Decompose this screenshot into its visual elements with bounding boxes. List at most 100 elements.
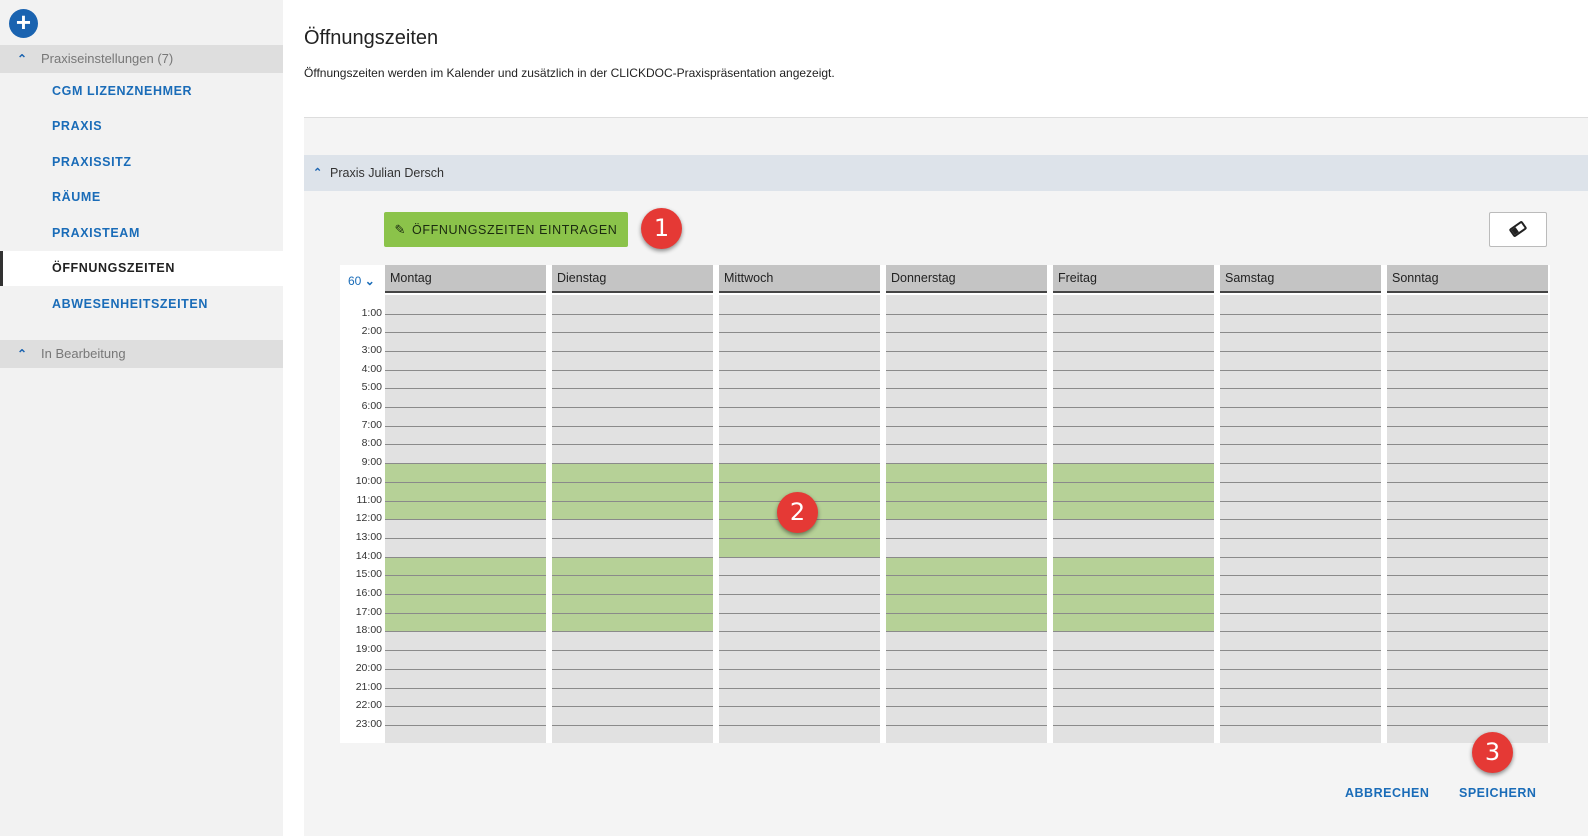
hour-gridline (1220, 332, 1381, 334)
hour-gridline (1220, 556, 1381, 558)
hour-gridline (1387, 556, 1548, 558)
hour-gridline (552, 388, 713, 390)
hour-gridline (552, 594, 713, 595)
main-panel: Öffnungszeiten Öffnungszeiten werden im … (283, 0, 1588, 836)
hour-gridline (1387, 724, 1548, 726)
hour-gridline (552, 650, 713, 652)
day-column: Montag (385, 265, 546, 743)
hour-gridline (1387, 388, 1548, 390)
hour-gridline (552, 724, 713, 726)
time-label: 3:00 (361, 343, 382, 356)
sidebar: + ⌃ Praxiseinstellungen (7) CGM LIZENZNE… (0, 0, 283, 836)
hour-gridline (1053, 724, 1214, 726)
day-slots[interactable] (385, 295, 546, 743)
hour-gridline (552, 481, 713, 483)
hour-gridline (552, 537, 713, 539)
hour-gridline (719, 724, 880, 726)
hour-gridline (1053, 388, 1214, 390)
hour-gridline (719, 556, 880, 558)
hour-gridline (385, 631, 546, 633)
hour-gridline (1053, 594, 1214, 595)
day-header: Dienstag (552, 265, 713, 293)
day-slots[interactable] (886, 295, 1047, 743)
hour-gridline (385, 519, 546, 521)
hour-gridline (552, 556, 713, 558)
hour-gridline (719, 481, 880, 483)
day-column: Dienstag (552, 265, 713, 743)
hour-gridline (1053, 369, 1214, 371)
plus-icon[interactable]: + (9, 9, 38, 38)
sidebar-item-abwesenheitszeiten[interactable]: ABWESENHEITSZEITEN (0, 287, 283, 322)
hour-gridline (719, 668, 880, 670)
day-slots[interactable] (1053, 295, 1214, 743)
chevron-up-icon: ⌃ (17, 52, 28, 66)
sidebar-item-praxisteam[interactable]: PRAXISTEAM (0, 216, 283, 251)
hour-gridline (719, 350, 880, 352)
sidebar-item-raeume[interactable]: RÄUME (0, 180, 283, 215)
section-header-praxis[interactable]: ⌃ Praxis Julian Dersch (304, 155, 1588, 191)
eraser-button[interactable] (1489, 212, 1547, 247)
sidebar-item-praxis[interactable]: PRAXIS (0, 109, 283, 144)
hour-gridline (1220, 724, 1381, 726)
hour-gridline (1053, 350, 1214, 352)
hour-gridline (719, 463, 880, 465)
day-header: Montag (385, 265, 546, 293)
hour-gridline (385, 313, 546, 315)
time-label: 10:00 (355, 474, 382, 487)
day-slots[interactable] (552, 295, 713, 743)
hour-gridline (886, 687, 1047, 689)
hour-gridline (1387, 519, 1548, 521)
sidebar-item-cgm-lizenznehmer[interactable]: CGM LIZENZNEHMER (0, 74, 283, 109)
hour-gridline (1220, 650, 1381, 652)
time-label: 21:00 (355, 680, 382, 693)
hour-gridline (1220, 425, 1381, 427)
hour-gridline (886, 425, 1047, 427)
hour-gridline (552, 575, 713, 577)
hour-gridline (886, 481, 1047, 483)
chevron-up-icon: ⌃ (313, 167, 323, 179)
time-label: 7:00 (361, 418, 382, 431)
hour-gridline (1220, 631, 1381, 633)
hour-gridline (1220, 537, 1381, 539)
step-marker-2: 2 (777, 492, 818, 533)
hour-gridline (385, 706, 546, 708)
hour-gridline (1220, 612, 1381, 614)
day-slots[interactable] (1387, 295, 1548, 743)
hour-gridline (886, 444, 1047, 446)
hour-gridline (1220, 407, 1381, 408)
day-header: Donnerstag (886, 265, 1047, 293)
opening-slot[interactable] (1053, 463, 1214, 520)
opening-slot[interactable] (385, 463, 546, 520)
sidebar-item-oeffnungszeiten[interactable]: ÖFFNUNGSZEITEN (0, 251, 283, 286)
cancel-button[interactable]: ABBRECHEN (1345, 786, 1429, 800)
group-praxiseinstellungen[interactable]: ⌃ Praxiseinstellungen (7) (0, 45, 283, 73)
opening-slot[interactable] (886, 463, 1047, 520)
hour-gridline (719, 313, 880, 315)
time-label: 12:00 (355, 512, 382, 525)
sidebar-item-praxissitz[interactable]: PRAXISSITZ (0, 145, 283, 180)
hour-gridline (385, 556, 546, 558)
time-label: 8:00 (361, 437, 382, 450)
hour-gridline (1387, 313, 1548, 315)
interval-select[interactable]: 60 ⌄ (348, 274, 375, 288)
hour-gridline (1220, 706, 1381, 708)
interval-value: 60 (348, 274, 362, 288)
hour-gridline (719, 575, 880, 577)
hour-gridline (1220, 388, 1381, 390)
hour-gridline (886, 706, 1047, 708)
hour-gridline (1220, 350, 1381, 352)
hour-gridline (1387, 350, 1548, 352)
hour-gridline (1220, 668, 1381, 670)
hour-gridline (1387, 332, 1548, 334)
day-slots[interactable] (1220, 295, 1381, 743)
hour-gridline (552, 706, 713, 708)
hour-gridline (719, 407, 880, 408)
opening-slot[interactable] (552, 463, 713, 520)
hour-gridline (385, 650, 546, 652)
group-in-bearbeitung[interactable]: ⌃ In Bearbeitung (0, 340, 283, 368)
save-button[interactable]: SPEICHERN (1459, 786, 1536, 800)
enter-opening-hours-button[interactable]: ✎ ÖFFNUNGSZEITEN EINTRAGEN (384, 212, 628, 247)
hour-gridline (1053, 332, 1214, 334)
hour-gridline (886, 388, 1047, 390)
hour-gridline (1053, 313, 1214, 315)
